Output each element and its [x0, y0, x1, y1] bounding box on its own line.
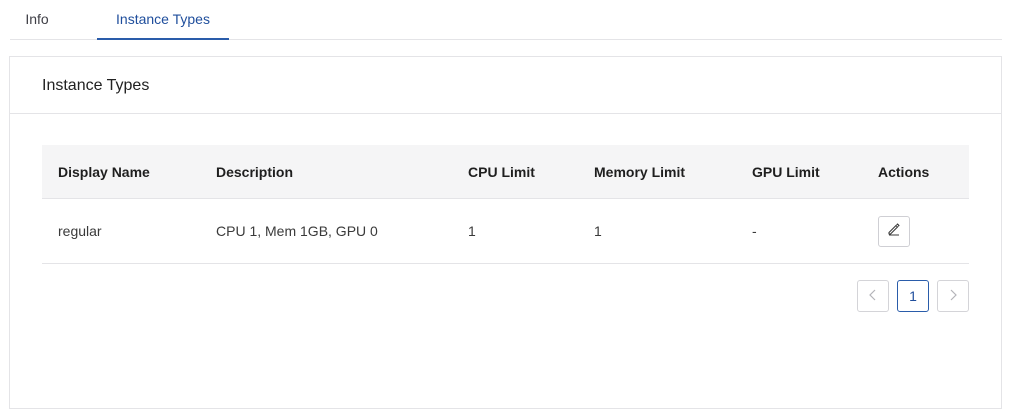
edit-icon	[887, 222, 901, 241]
pagination-page-1[interactable]: 1	[897, 280, 929, 312]
column-header-memory-limit: Memory Limit	[594, 164, 686, 180]
edit-button[interactable]	[878, 216, 910, 247]
pagination-prev-button[interactable]	[857, 280, 889, 312]
tab-instance-types[interactable]: Instance Types	[97, 0, 229, 40]
card-title: Instance Types	[10, 57, 1001, 114]
table-row: regular CPU 1, Mem 1GB, GPU 0 1 1 -	[42, 199, 969, 264]
column-header-description: Description	[216, 164, 294, 180]
instance-types-table: Display Name Description CPU Limit Memor…	[42, 145, 969, 264]
table-header: Display Name Description CPU Limit Memor…	[42, 145, 969, 199]
cell-memory-limit: 1	[594, 223, 602, 239]
tab-info[interactable]: Info	[24, 0, 50, 40]
chevron-right-icon	[948, 288, 958, 304]
tab-bar: Info Instance Types	[10, 0, 1002, 40]
cell-display-name: regular	[58, 223, 102, 239]
column-header-gpu-limit: GPU Limit	[752, 164, 820, 180]
cell-cpu-limit: 1	[468, 223, 476, 239]
instance-types-card: Instance Types Display Name Description …	[9, 56, 1002, 409]
cell-gpu-limit: -	[752, 223, 757, 239]
chevron-left-icon	[868, 288, 878, 304]
pagination-next-button[interactable]	[937, 280, 969, 312]
cell-description: CPU 1, Mem 1GB, GPU 0	[216, 223, 378, 239]
column-header-cpu-limit: CPU Limit	[468, 164, 535, 180]
column-header-display-name: Display Name	[58, 164, 150, 180]
column-header-actions: Actions	[878, 164, 930, 180]
